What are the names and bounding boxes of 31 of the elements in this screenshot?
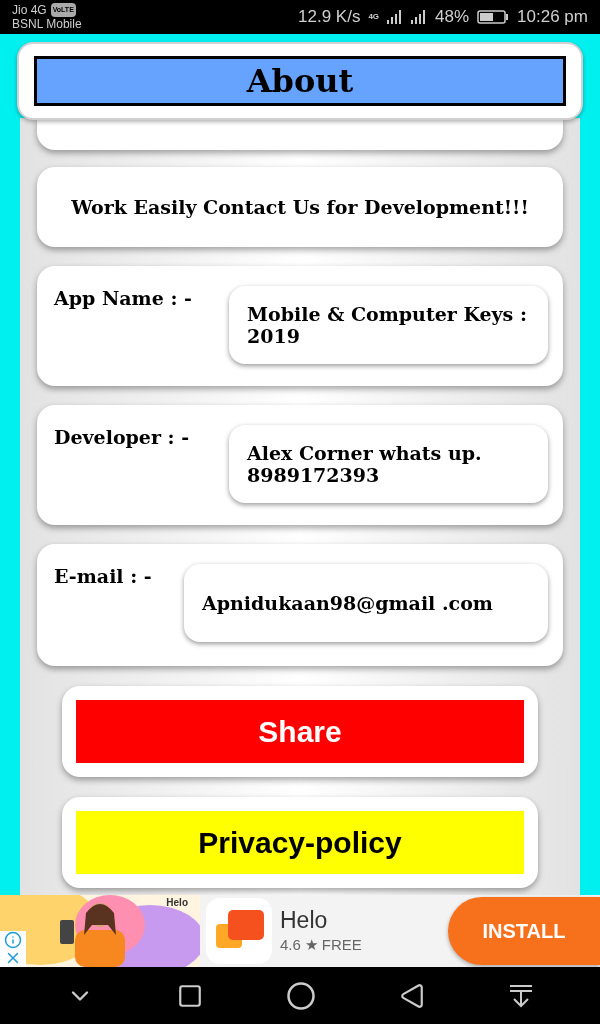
intro-text: Work Easily Contact Us for Development!!! <box>71 195 529 219</box>
battery-icon <box>477 10 510 24</box>
ad-brand-label: Helo <box>166 896 188 910</box>
info-icon[interactable] <box>4 931 22 949</box>
field-value: Alex Corner whats up. 8989172393 <box>229 425 548 503</box>
app-logo-icon <box>206 898 272 964</box>
download-icon[interactable] <box>508 982 535 1009</box>
field-value: Mobile & Computer Keys : 2019 <box>229 286 548 364</box>
battery-percent: 48% <box>435 6 470 29</box>
clock: 10:26 pm <box>517 6 588 29</box>
app-rating: 4.6 <box>280 934 301 955</box>
install-button[interactable]: INSTALL <box>448 897 600 965</box>
app-price: FREE <box>321 934 362 955</box>
signal-icon <box>411 10 428 24</box>
page-title: About <box>34 56 566 106</box>
app-name: Helo <box>280 905 329 934</box>
network-speed: 12.9 K/s <box>298 6 361 29</box>
signal-icon <box>387 10 404 24</box>
carrier-name: Jio 4G <box>12 3 47 17</box>
field-label: App Name : - <box>54 286 193 311</box>
privacy-policy-button[interactable]: Privacy-policy <box>76 811 524 874</box>
field-label: E-mail : - <box>54 564 153 589</box>
field-value: Apnidukaan98@gmail .com <box>184 564 548 642</box>
share-button[interactable]: Share <box>76 700 524 763</box>
field-label: Developer : - <box>54 425 191 450</box>
home-icon[interactable] <box>285 980 316 1011</box>
network-type: 4G <box>368 11 380 23</box>
carrier-name: BSNL Mobile <box>12 17 82 31</box>
star-icon: ★ <box>304 933 318 957</box>
back-icon[interactable] <box>399 982 426 1009</box>
recent-apps-icon[interactable] <box>176 982 203 1009</box>
